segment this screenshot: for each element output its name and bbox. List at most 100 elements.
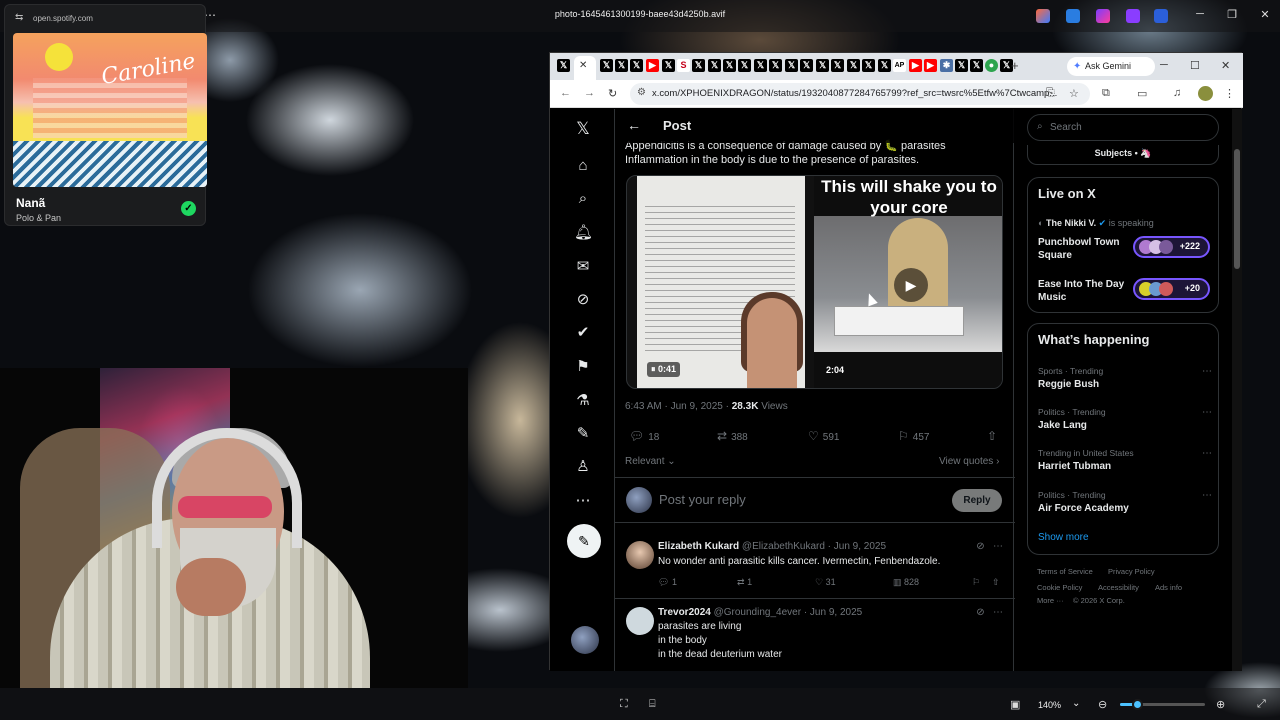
- more-icon[interactable]: ⋯: [993, 541, 1003, 552]
- crop-icon[interactable]: ⛶: [620, 698, 628, 711]
- space-listeners-pill[interactable]: +20: [1133, 278, 1210, 300]
- more-icon[interactable]: ⋯: [574, 492, 592, 510]
- copilot-icon[interactable]: [1036, 9, 1050, 23]
- bell-icon[interactable]: 🔔︎: [574, 224, 593, 242]
- youtube-tab-icon[interactable]: ▶: [909, 59, 922, 72]
- x-logo-icon[interactable]: 𝕏: [574, 120, 592, 138]
- x-tab-icon[interactable]: 𝕏: [878, 59, 891, 72]
- x-tab-icon[interactable]: 𝕏: [692, 59, 705, 72]
- x-tab-icon[interactable]: 𝕏: [738, 59, 751, 72]
- x-tab-icon[interactable]: 𝕏: [662, 59, 675, 72]
- new-tab-icon[interactable]: +: [1011, 58, 1019, 73]
- media-control-icon[interactable]: ♫: [1173, 87, 1181, 99]
- forward-icon[interactable]: →: [584, 87, 595, 99]
- subjects-link[interactable]: Subjects • 🦄: [1027, 145, 1219, 165]
- install-app-icon[interactable]: ⎘: [1046, 87, 1055, 100]
- reply-item[interactable]: Elizabeth Kukard @ElizabethKukard · Jun …: [615, 533, 1015, 599]
- reply-action[interactable]: 💬︎ 18: [629, 429, 659, 443]
- play-icon[interactable]: ▶: [894, 268, 928, 302]
- post-media[interactable]: ⏸ 0:41 This will shake you to your core …: [626, 175, 1003, 389]
- browser-minimize-icon[interactable]: ─: [1160, 59, 1168, 71]
- x-tab-icon[interactable]: 𝕏: [847, 59, 860, 72]
- x-tab-icon[interactable]: 𝕏: [630, 59, 643, 72]
- reply-author-handle[interactable]: @Grounding_4ever · Jun 9, 2025: [714, 607, 863, 618]
- footer-privacy-link[interactable]: Privacy Policy: [1108, 567, 1155, 576]
- reply-author-name[interactable]: Elizabeth Kukard: [658, 541, 739, 552]
- x-tab-icon[interactable]: 𝕏: [723, 59, 736, 72]
- trend-name[interactable]: Air Force Academy: [1038, 503, 1129, 514]
- spotify-mini-player[interactable]: ⇆ open.spotify.com Caroline Nanã Polo & …: [4, 4, 207, 226]
- x-tab-icon[interactable]: 𝕏: [557, 59, 570, 72]
- active-tab[interactable]: ✕: [574, 56, 596, 80]
- minimize-icon[interactable]: ─: [1190, 8, 1210, 20]
- video-2[interactable]: This will shake you to your core ▶ 2:04: [814, 176, 1002, 388]
- reply-button[interactable]: Reply: [952, 489, 1002, 512]
- x-tab-icon[interactable]: 𝕏: [970, 59, 983, 72]
- browser-window[interactable]: 𝕏 ✕ 𝕏 𝕏 𝕏 ▶ 𝕏 S 𝕏 𝕏 𝕏 𝕏 𝕏 𝕏 𝕏 𝕏 𝕏 𝕏 𝕏 𝕏 …: [549, 52, 1243, 671]
- x-tab-icon[interactable]: 𝕏: [862, 59, 875, 72]
- maximize-icon[interactable]: ❐: [1222, 8, 1242, 21]
- footer-more-link[interactable]: More ···: [1037, 596, 1064, 605]
- x-tab-icon[interactable]: 𝕏: [708, 59, 721, 72]
- browser-profile-avatar[interactable]: [1198, 86, 1213, 101]
- reply-avatar[interactable]: [626, 541, 654, 569]
- tab-close-icon[interactable]: ✕: [579, 60, 587, 71]
- compose-post-button[interactable]: ✎: [567, 524, 601, 558]
- grok-icon[interactable]: ⊘: [976, 541, 984, 552]
- extensions-icon[interactable]: ⧉: [1102, 87, 1110, 100]
- footer-cookie-link[interactable]: Cookie Policy: [1037, 583, 1082, 592]
- x-tab-icon[interactable]: 𝕏: [831, 59, 844, 72]
- x-tab-icon[interactable]: 𝕏: [769, 59, 782, 72]
- track-title[interactable]: Nanã: [16, 196, 45, 210]
- trend-name[interactable]: Harriet Tubman: [1038, 461, 1111, 472]
- trend-more-icon[interactable]: ⋯: [1202, 448, 1212, 459]
- reply-repost-action[interactable]: ⇄ 1: [737, 577, 752, 588]
- x-tab-icon[interactable]: 𝕏: [615, 59, 628, 72]
- sort-dropdown[interactable]: Relevant ⌄: [625, 456, 676, 467]
- share-icon[interactable]: ⇧: [992, 577, 1000, 588]
- x-tab-icon[interactable]: 𝕏: [785, 59, 798, 72]
- zoom-out-icon[interactable]: ⊖: [1098, 698, 1107, 711]
- search-input[interactable]: ⌕ Search: [1027, 114, 1219, 141]
- space-title[interactable]: Ease Into The Day Music: [1038, 278, 1130, 304]
- trend-more-icon[interactable]: ⋯: [1202, 490, 1212, 501]
- bookmark-action[interactable]: ⚐ 457: [898, 429, 929, 443]
- saved-check-icon[interactable]: ✓: [181, 201, 196, 216]
- reply-item[interactable]: Trevor2024 @Grounding_4ever · Jun 9, 202…: [615, 599, 1015, 671]
- video-1-time[interactable]: ⏸ 0:41: [647, 362, 681, 377]
- site-info-icon[interactable]: ⚙: [637, 87, 646, 98]
- video-1[interactable]: ⏸ 0:41: [637, 176, 805, 388]
- mail-icon[interactable]: ✉: [574, 258, 592, 276]
- reply-author-name[interactable]: Trevor2024: [658, 607, 711, 618]
- url-text[interactable]: x.com/XPHOENIXDRAGON/status/193204087728…: [652, 88, 1057, 99]
- profile-icon[interactable]: ♙: [574, 458, 592, 476]
- share-action[interactable]: ⇧: [987, 429, 1001, 443]
- back-icon[interactable]: ←: [560, 87, 571, 99]
- verified-icon[interactable]: ✔: [574, 324, 592, 342]
- footer-ads-link[interactable]: Ads info: [1155, 583, 1182, 592]
- footer-terms-link[interactable]: Terms of Service: [1037, 567, 1093, 576]
- reload-icon[interactable]: ↻: [608, 87, 617, 100]
- paint-icon[interactable]: [1066, 9, 1080, 23]
- designer-icon[interactable]: [1126, 9, 1140, 23]
- sidepanel-icon[interactable]: ▭: [1137, 87, 1147, 100]
- cloud-icon[interactable]: [1154, 9, 1168, 23]
- fullscreen-icon[interactable]: ⤢: [1257, 698, 1266, 711]
- album-art[interactable]: Caroline: [13, 33, 207, 187]
- ocr-icon[interactable]: ⌸: [649, 698, 656, 711]
- track-artist[interactable]: Polo & Pan: [16, 213, 61, 223]
- view-quotes-link[interactable]: View quotes ›: [939, 456, 999, 467]
- like-action[interactable]: ♡ 591: [808, 429, 839, 443]
- home-icon[interactable]: ⌂: [574, 157, 592, 175]
- reply-like-action[interactable]: ♡ 31: [815, 577, 836, 588]
- bookmark-star-icon[interactable]: ☆: [1069, 87, 1079, 100]
- scrollbar-thumb[interactable]: [1234, 149, 1240, 269]
- trend-name[interactable]: Reggie Bush: [1038, 379, 1099, 390]
- trend-name[interactable]: Jake Lang: [1038, 420, 1087, 431]
- trend-more-icon[interactable]: ⋯: [1202, 407, 1212, 418]
- x-tab-icon[interactable]: 𝕏: [600, 59, 613, 72]
- reply-author-handle[interactable]: @ElizabethKukard · Jun 9, 2025: [742, 541, 886, 552]
- more-icon[interactable]: ⋯: [993, 607, 1003, 618]
- browser-menu-icon[interactable]: ⋮: [1224, 87, 1235, 100]
- space-listeners-pill[interactable]: +222: [1133, 236, 1210, 258]
